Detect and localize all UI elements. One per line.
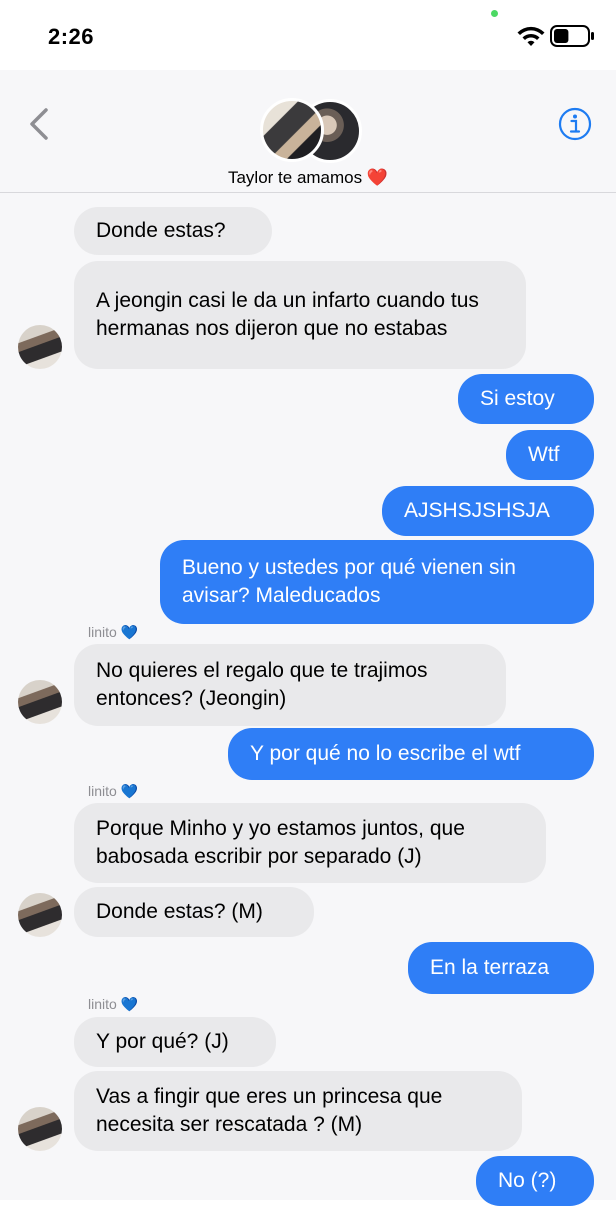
outgoing-message[interactable]: Y por qué no lo escribe el wtf [228,728,594,780]
sender-name: linito 💙 [88,783,139,799]
status-time: 2:26 [48,24,95,49]
incoming-message[interactable]: A jeongin casi le da un infarto cuando t… [74,261,526,369]
incoming-message[interactable]: Donde estas? [74,207,272,255]
group-avatar[interactable] [260,98,362,163]
incoming-message[interactable]: Porque Minho y yo estamos juntos, que ba… [74,803,546,883]
incoming-message[interactable]: Vas a fingir que eres un princesa que ne… [74,1071,522,1151]
battery-icon [550,25,594,47]
status-bar: 2:26 [0,0,616,70]
outgoing-message[interactable]: AJSHSJSHSJA [382,486,594,536]
outgoing-message[interactable]: Si estoy [458,374,594,424]
sender-name: linito 💙 [88,996,139,1012]
outgoing-message[interactable]: Bueno y ustedes por qué vienen sin avisa… [160,540,594,624]
camera-indicator-dot [491,10,498,17]
wifi-icon [517,26,545,46]
conversation-header: Taylor te amamos ❤️ [0,70,616,193]
sender-avatar[interactable] [18,325,62,369]
outgoing-message[interactable]: No (?) [476,1156,594,1206]
sender-avatar[interactable] [18,680,62,724]
sender-avatar[interactable] [18,893,62,937]
message-list[interactable]: Donde estas? A jeongin casi le da un inf… [0,193,616,1206]
conversation-title[interactable]: Taylor te amamos ❤️ [0,168,616,188]
outgoing-message[interactable]: Wtf [506,430,594,480]
outgoing-message[interactable]: En la terraza [408,942,594,994]
incoming-message[interactable]: Y por qué? (J) [74,1017,276,1067]
incoming-message[interactable]: No quieres el regalo que te trajimos ent… [74,644,506,726]
battery-level-fill [554,29,569,43]
chevron-left-icon[interactable] [24,104,54,144]
avatar [260,98,324,162]
incoming-message[interactable]: Donde estas? (M) [74,887,314,937]
sender-name: linito 💙 [88,624,139,640]
info-icon[interactable] [558,107,592,141]
sender-avatar[interactable] [18,1107,62,1151]
